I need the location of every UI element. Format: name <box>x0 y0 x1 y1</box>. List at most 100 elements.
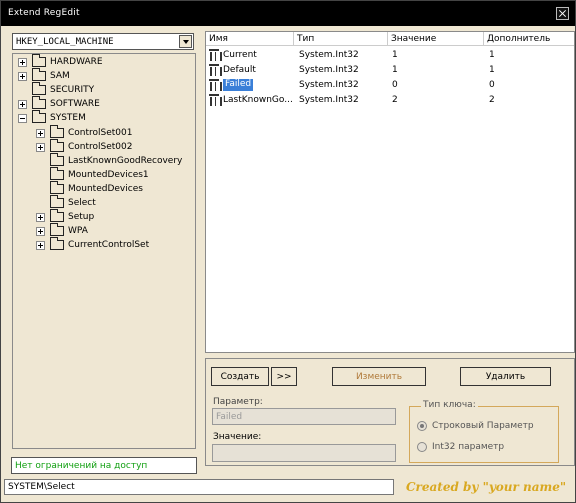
cell-value: 0 <box>392 80 398 90</box>
radio-int32[interactable] <box>417 442 427 452</box>
tree-item-label: HARDWARE <box>50 57 103 67</box>
collapse-icon[interactable] <box>18 114 27 124</box>
tree-item[interactable]: SECURITY <box>13 82 193 97</box>
more-button[interactable]: >> <box>271 367 297 386</box>
column-header-value[interactable]: Значение <box>388 32 484 46</box>
modify-button[interactable]: Изменить <box>332 367 426 386</box>
cell-name: Default <box>223 65 256 75</box>
tree-item-label: SAM <box>50 71 70 82</box>
column-header-extra[interactable]: Дополнитель <box>484 32 574 46</box>
value-icon <box>209 64 222 76</box>
tree-item[interactable]: Select <box>13 195 193 210</box>
tree-item-label: MountedDevices1 <box>68 169 149 180</box>
hive-select-value: HKEY_LOCAL_MACHINE <box>16 37 114 47</box>
tree-item[interactable]: LastKnownGoodRecovery <box>13 152 193 168</box>
folder-icon <box>50 195 64 208</box>
expand-icon[interactable] <box>36 128 45 138</box>
title-bar[interactable]: Extend RegEdit <box>1 1 575 26</box>
tree-item[interactable]: CurrentControlSet <box>13 237 193 252</box>
folder-icon <box>50 166 64 180</box>
tree-item[interactable]: MountedDevices <box>13 180 193 196</box>
column-header-name[interactable]: Имя <box>206 32 294 46</box>
folder-icon <box>50 124 64 138</box>
window-title: Extend RegEdit <box>8 8 80 18</box>
folder-icon <box>32 96 46 110</box>
chevron-down-icon[interactable] <box>179 35 192 48</box>
tree-item-label: LastKnownGoodRecovery <box>68 155 183 166</box>
expand-icon[interactable] <box>36 213 45 223</box>
folder-icon <box>50 180 64 194</box>
expand-icon[interactable] <box>18 58 27 67</box>
tree-item[interactable]: SYSTEM <box>13 110 193 125</box>
expand-icon[interactable] <box>36 241 45 251</box>
tree-item[interactable]: SOFTWARE <box>13 96 193 111</box>
folder-icon <box>32 82 46 96</box>
param-label: Параметр: <box>213 397 263 407</box>
table-row[interactable]: Default System.Int32 1 1 <box>206 63 574 78</box>
tree-item[interactable]: ControlSet001 <box>13 124 193 140</box>
tree-item[interactable]: WPA <box>13 223 193 238</box>
tree-item-label: SYSTEM <box>50 113 86 124</box>
radio-string-label[interactable]: Строковый Параметр <box>432 421 534 431</box>
radio-string[interactable] <box>417 421 427 431</box>
tree-item[interactable]: ControlSet002 <box>13 138 193 154</box>
value-field[interactable] <box>212 444 396 462</box>
cell-value: 1 <box>392 65 398 75</box>
tree-item-label: ControlSet001 <box>68 127 133 138</box>
radio-int32-label[interactable]: Int32 параметр <box>432 442 504 452</box>
key-type-title: Тип ключа: <box>421 400 478 410</box>
param-field[interactable]: Failed <box>212 408 396 425</box>
expand-icon[interactable] <box>36 227 45 237</box>
column-header-type[interactable]: Тип <box>294 32 388 46</box>
cell-name: LastKnownGo... <box>223 95 293 105</box>
cell-type: System.Int32 <box>299 50 359 60</box>
table-row[interactable]: Failed System.Int32 0 0 <box>206 78 574 93</box>
folder-icon <box>32 110 46 124</box>
status-bar-path: SYSTEM\Select <box>8 482 75 492</box>
access-status: Нет ограничений на доступ <box>11 457 197 474</box>
tree-item-label: CurrentControlSet <box>68 240 150 251</box>
value-icon <box>209 79 222 91</box>
folder-icon <box>50 209 64 223</box>
expand-icon[interactable] <box>18 100 27 110</box>
expand-icon[interactable] <box>36 142 45 152</box>
tree-item-label: Select <box>68 198 96 208</box>
main-window: Extend RegEdit HKEY_LOCAL_MACHINE HARDWA… <box>0 0 576 503</box>
cell-extra: 1 <box>489 65 495 75</box>
hive-select[interactable]: HKEY_LOCAL_MACHINE <box>12 33 194 50</box>
cell-value: 2 <box>392 95 398 105</box>
create-button[interactable]: Создать <box>211 367 269 386</box>
cell-extra: 0 <box>489 80 495 90</box>
status-bar: SYSTEM\Select <box>4 479 394 495</box>
values-list[interactable]: Имя Тип Значение Дополнитель Current Syst… <box>205 31 575 353</box>
cell-value: 1 <box>392 50 398 60</box>
table-row[interactable]: Current System.Int32 1 1 <box>206 48 574 63</box>
tree-item[interactable]: SAM <box>13 68 193 83</box>
folder-icon <box>50 237 64 251</box>
tree-item[interactable]: HARDWARE <box>13 54 193 69</box>
credit-text: Created by "your name" <box>406 480 567 494</box>
folder-icon <box>32 54 46 67</box>
delete-button[interactable]: Удалить <box>460 367 551 386</box>
folder-icon <box>50 138 64 152</box>
tree-item[interactable]: MountedDevices1 <box>13 166 193 182</box>
value-icon <box>209 94 222 106</box>
expand-icon[interactable] <box>18 72 27 82</box>
value-icon <box>209 49 222 61</box>
folder-icon <box>50 223 64 237</box>
tree-item-label: MountedDevices <box>68 183 143 194</box>
cell-extra: 1 <box>489 50 495 60</box>
table-row[interactable]: LastKnownGo... System.Int32 2 2 <box>206 93 574 108</box>
tree-item-label: SECURITY <box>50 85 95 96</box>
registry-tree[interactable]: HARDWARE SAM SECURITY SOFTWARE SYSTEM Control… <box>12 53 196 449</box>
cell-type: System.Int32 <box>299 65 359 75</box>
cell-extra: 2 <box>489 95 495 105</box>
tree-item[interactable]: Setup <box>13 209 193 224</box>
value-label: Значение: <box>213 432 262 442</box>
param-field-value: Failed <box>216 412 243 422</box>
cell-name: Failed <box>223 79 254 91</box>
cell-type: System.Int32 <box>299 95 359 105</box>
close-icon[interactable] <box>556 7 569 20</box>
access-status-text: Нет ограничений на доступ <box>15 461 148 471</box>
cell-type: System.Int32 <box>299 80 359 90</box>
